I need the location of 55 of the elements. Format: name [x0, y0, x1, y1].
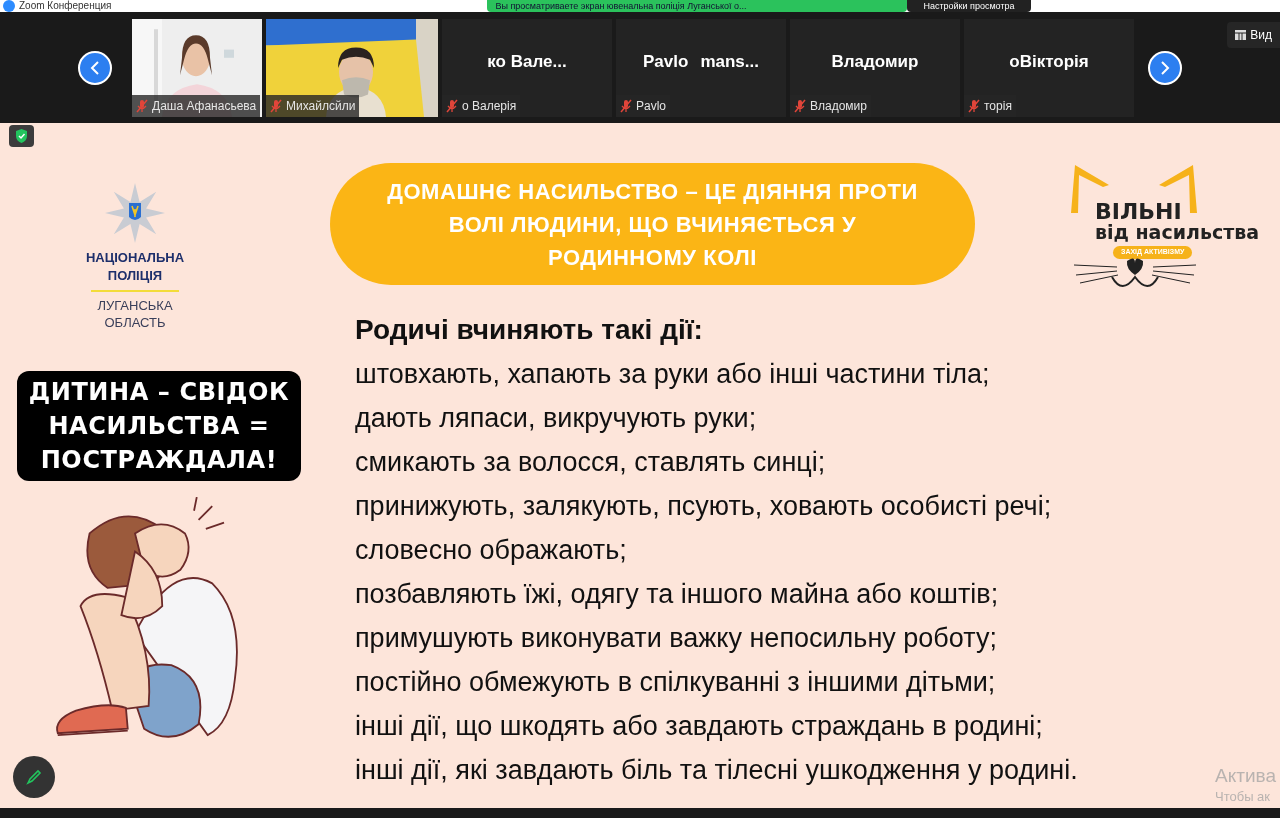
- participant-tile[interactable]: оВікторія торія: [964, 18, 1134, 117]
- campaign-title: ВІЛЬНІ: [1095, 201, 1183, 223]
- list-item-text: штовхають, хапають за руки або інші частини тіла;: [355, 358, 990, 391]
- police-logo-text: НАЦІОНАЛЬНА: [85, 249, 185, 267]
- previous-page-button[interactable]: [78, 50, 112, 85]
- participant-display-name: оВікторія: [1009, 50, 1089, 73]
- police-logo-text: ПОЛІЦІЯ: [107, 267, 163, 285]
- list-item-text: дають ляпаси, викручують руки;: [355, 402, 757, 435]
- list-item-text: постійно обмежують в спілкуванні з іншими дітьми;: [355, 666, 996, 699]
- region-text: ОБЛАСТЬ: [104, 314, 166, 331]
- participant-tile[interactable]: ко Вале... о Валерія: [442, 18, 612, 117]
- participant-name: Владомир: [810, 97, 867, 115]
- list-item-text: позбавляють їжі, одягу та іншого майна або коштів;: [355, 578, 999, 611]
- banner-text: ДОМАШНЄ НАСИЛЬСТВО – ЦЕ ДІЯННЯ ПРОТИ: [387, 177, 918, 206]
- view-options-button[interactable]: Настройки просмотра: [907, 0, 1031, 12]
- participant-name: торія: [984, 97, 1012, 115]
- participant-name: Даша Афанасьева: [152, 97, 257, 115]
- next-page-button[interactable]: [1148, 50, 1182, 85]
- campaign-subtitle: від насильства: [1095, 223, 1260, 242]
- banner-text: РОДИННОМУ КОЛІ: [548, 243, 757, 272]
- participant-display-name: mans...: [700, 50, 759, 73]
- list-item-text: принижують, залякують, псують, ховають особисті речі;: [355, 490, 1052, 523]
- participant-display-name: ко Вале...: [487, 50, 567, 73]
- list-item-text: смикають за волосся, ставлять синці;: [355, 446, 826, 479]
- annotate-button[interactable]: [13, 756, 55, 798]
- list-heading: Родичі вчиняють такі дії:: [355, 313, 703, 347]
- callout-text: НАСИЛЬСТВА =: [48, 411, 270, 442]
- view-button[interactable]: Вид: [1227, 22, 1280, 48]
- police-star-emblem-icon: [105, 183, 165, 243]
- screen-share-text: Вы просматриваете экран ювенальна поліція Луганської о...: [495, 1, 747, 11]
- participant-name: Михайлсйли: [286, 97, 356, 115]
- chevron-left-icon: [89, 60, 101, 75]
- grid-icon: [1235, 30, 1247, 40]
- shield-icon: [9, 125, 34, 147]
- window-title: Zoom Конференция: [19, 1, 112, 11]
- video-tile[interactable]: Михайлсйли: [266, 18, 438, 117]
- chevron-right-icon: [1159, 60, 1171, 75]
- callout-text: ДИТИНА – СВІДОК: [28, 377, 290, 408]
- activation-title: Актива: [1215, 764, 1276, 788]
- list-item-text: примушують виконувати важку непосильну роботу;: [355, 622, 997, 655]
- callout-text: ПОСТРАЖДАЛА!: [40, 445, 278, 476]
- participant-tile[interactable]: Pavlo mans... Pavlo: [616, 18, 786, 117]
- list-item-text: інші дії, які завдають біль та тілесні ушкодження у родині.: [355, 754, 1078, 787]
- activation-text: Чтобы ак: [1215, 788, 1272, 806]
- participant-name: Pavlo: [636, 97, 667, 115]
- pencil-icon: [25, 768, 43, 786]
- participant-display-name: Pavlo: [643, 50, 689, 73]
- video-tile[interactable]: Даша Афанасьева: [132, 18, 262, 117]
- participant-tile[interactable]: Владомир Владомир: [790, 18, 960, 117]
- list-item-text: інші дії, що шкодять або завдають страждань в родині;: [355, 710, 1043, 743]
- participant-display-name: Владомир: [831, 50, 919, 73]
- region-text: ЛУГАНСЬКА: [97, 297, 173, 314]
- list-item-text: словесно ображають;: [355, 534, 627, 567]
- banner-text: ВОЛІ ЛЮДИНИ, ЩО ВЧИНЯЄТЬСЯ У: [448, 210, 857, 239]
- participant-name: о Валерія: [462, 97, 517, 115]
